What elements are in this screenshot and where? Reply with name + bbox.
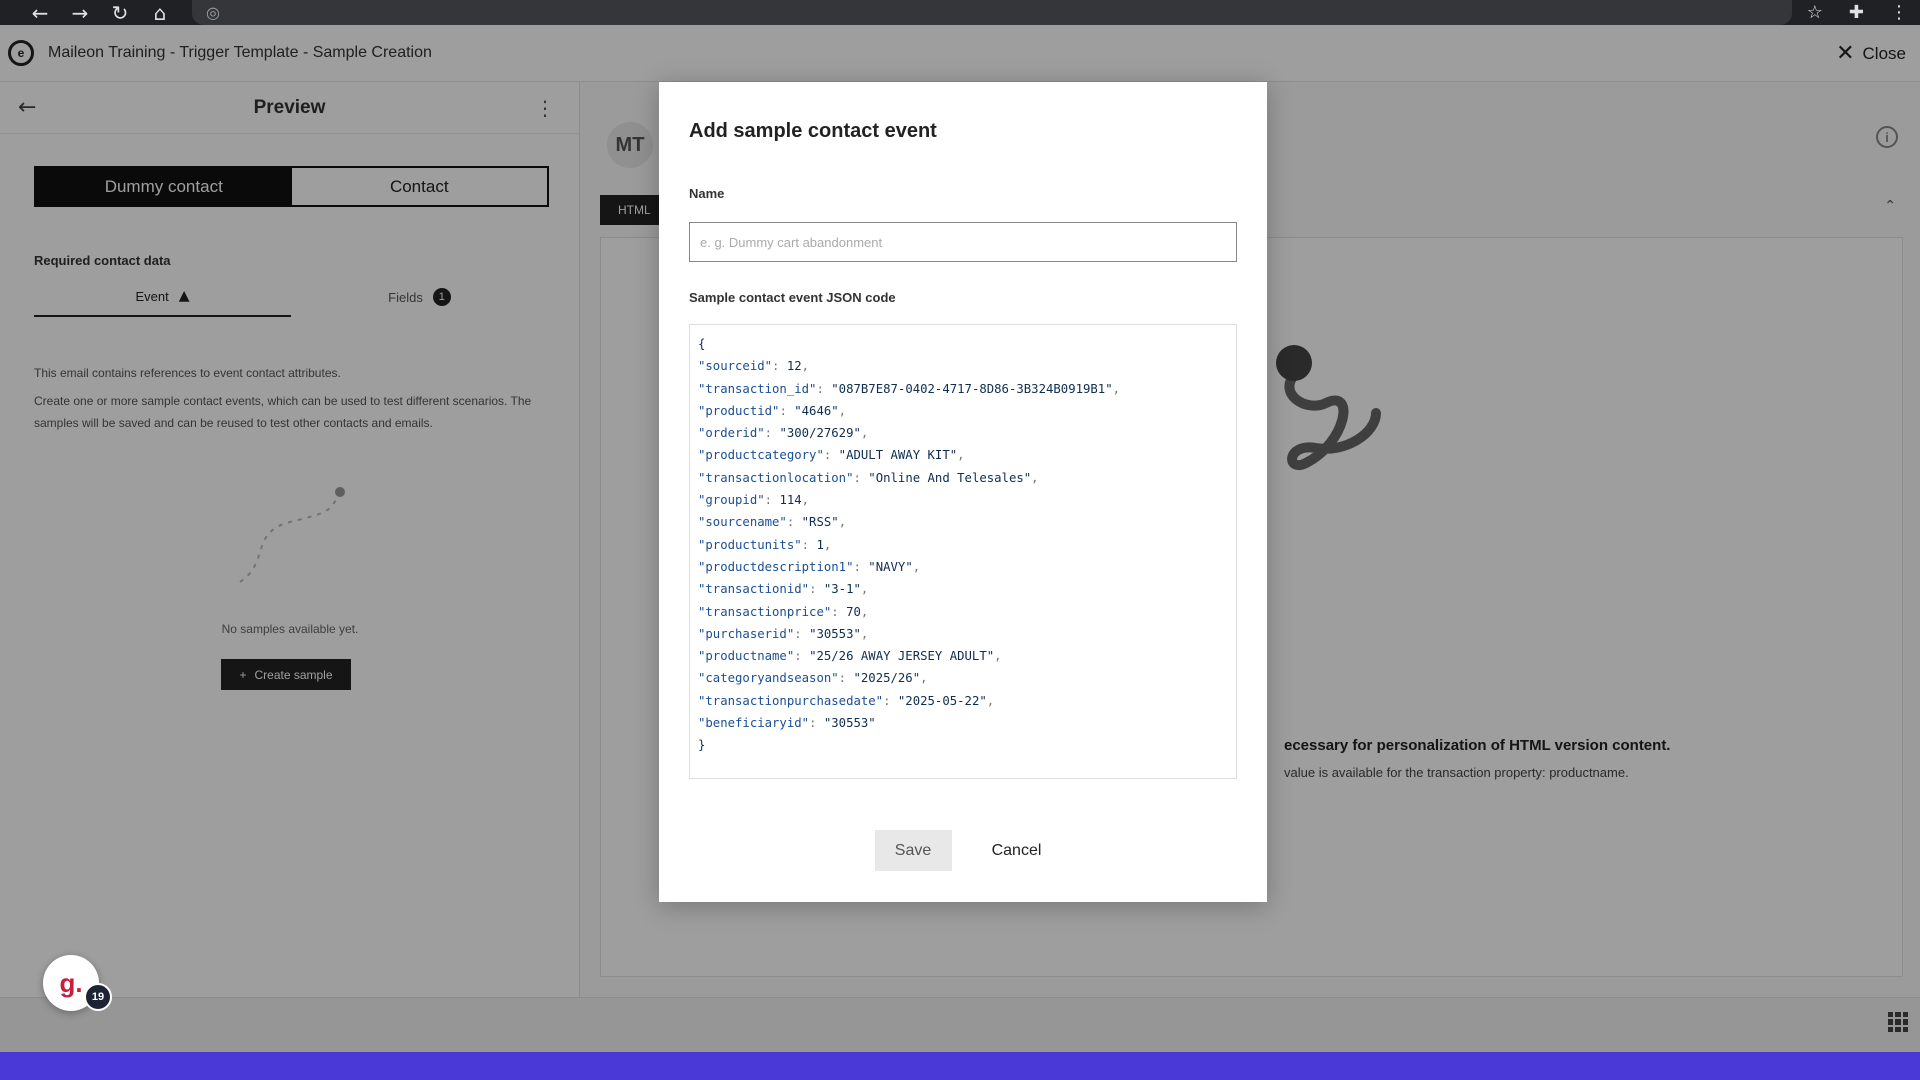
notification-count-badge: 19 xyxy=(84,983,112,1011)
save-button[interactable]: Save xyxy=(874,830,952,871)
add-sample-event-dialog: Add sample contact event Name Sample con… xyxy=(659,82,1267,902)
json-key: "beneficiaryid" xyxy=(698,716,810,731)
json-key: "productunits" xyxy=(698,537,802,552)
json-key: "categoryandseason" xyxy=(698,671,839,686)
json-value: "2025/26" xyxy=(853,671,921,686)
json-value: "ADULT AWAY KIT" xyxy=(838,448,958,463)
extensions-icon[interactable]: ✚ xyxy=(1849,2,1864,23)
dialog-actions: Save Cancel xyxy=(659,830,1267,871)
json-entry: "productid": "4646", xyxy=(698,403,847,418)
json-entry: "transactionprice": 70, xyxy=(698,604,869,619)
json-entry: "transactionpurchasedate": "2025-05-22", xyxy=(698,693,995,708)
json-entry: "beneficiaryid": "30553" xyxy=(698,716,876,731)
json-key: "transactionlocation" xyxy=(698,470,854,485)
name-label: Name xyxy=(689,186,725,201)
json-code-editor[interactable]: { "sourceid": 12, "transaction_id": "087B7… xyxy=(689,324,1237,779)
json-value: "300/27629" xyxy=(779,426,861,441)
json-value: "087B7E87-0402-4717-8D86-3B324B0919B1" xyxy=(831,381,1113,396)
json-key: "productid" xyxy=(698,403,780,418)
json-entry: "purchaserid": "30553", xyxy=(698,626,869,641)
json-value: 114 xyxy=(779,493,802,508)
browser-toolbar: ← → ↻ ⌂ ◎ ☆ ✚ ⋮ xyxy=(0,0,1920,25)
json-value: 12 xyxy=(786,359,802,374)
back-icon[interactable]: ← xyxy=(20,0,60,25)
json-close-brace: } xyxy=(698,738,706,753)
json-entry: "orderid": "300/27629", xyxy=(698,426,869,441)
json-key: "productname" xyxy=(698,649,795,664)
forward-icon[interactable]: → xyxy=(60,0,100,25)
json-entry: "productunits": 1, xyxy=(698,537,832,552)
json-value: 70 xyxy=(846,604,861,619)
json-open-brace: { xyxy=(698,337,706,351)
json-value: "30553" xyxy=(809,626,861,641)
json-entry: "sourceid": 12, xyxy=(698,359,810,374)
json-entry: "productcategory": "ADULT AWAY KIT", xyxy=(698,448,965,463)
reload-icon[interactable]: ↻ xyxy=(100,0,140,25)
json-value: "25/26 AWAY JERSEY ADULT" xyxy=(809,649,995,664)
json-entry: "transactionlocation": "Online And Teles… xyxy=(698,470,1039,485)
json-label: Sample contact event JSON code xyxy=(689,290,896,305)
json-entry: "groupid": 114, xyxy=(698,493,810,508)
browser-actions: ☆ ✚ ⋮ xyxy=(1807,0,1908,25)
json-value: "3-1" xyxy=(823,582,861,597)
json-key: "transaction_id" xyxy=(698,381,817,396)
json-entry: "categoryandseason": "2025/26", xyxy=(698,671,928,686)
json-value: "RSS" xyxy=(801,515,839,530)
json-entry: "transaction_id": "087B7E87-0402-4717-8D… xyxy=(698,381,1121,396)
json-entry: "productname": "25/26 AWAY JERSEY ADULT"… xyxy=(698,649,1002,664)
json-key: "purchaserid" xyxy=(698,626,795,641)
json-entry: "sourcename": "RSS", xyxy=(698,515,847,530)
json-key: "transactionid" xyxy=(698,582,810,597)
name-input[interactable] xyxy=(689,222,1237,262)
address-bar[interactable]: ◎ xyxy=(192,0,1792,25)
dialog-title: Add sample contact event xyxy=(689,120,937,142)
json-value: "30553" xyxy=(823,716,876,731)
bookmark-star-icon[interactable]: ☆ xyxy=(1807,2,1823,23)
json-key: "productdescription1" xyxy=(698,559,854,574)
home-icon[interactable]: ⌂ xyxy=(140,0,180,25)
json-key: "productcategory" xyxy=(698,448,824,463)
json-value: 1 xyxy=(816,537,824,552)
json-value: "2025-05-22" xyxy=(897,693,987,708)
json-entry: "productdescription1": "NAVY", xyxy=(698,559,921,574)
site-info-icon[interactable]: ◎ xyxy=(206,3,220,22)
cancel-button[interactable]: Cancel xyxy=(982,830,1052,871)
json-key: "transactionpurchasedate" xyxy=(698,693,884,708)
browser-menu-icon[interactable]: ⋮ xyxy=(1890,2,1908,23)
json-key: "sourcename" xyxy=(698,515,787,530)
json-value: "NAVY" xyxy=(868,559,913,574)
json-entry: "transactionid": "3-1", xyxy=(698,582,869,597)
json-key: "transactionprice" xyxy=(698,604,832,619)
json-key: "orderid" xyxy=(698,426,765,441)
json-key: "groupid" xyxy=(698,493,765,508)
json-value: "4646" xyxy=(794,403,839,418)
json-key: "sourceid" xyxy=(698,359,773,374)
json-value: "Online And Telesales" xyxy=(868,470,1032,485)
